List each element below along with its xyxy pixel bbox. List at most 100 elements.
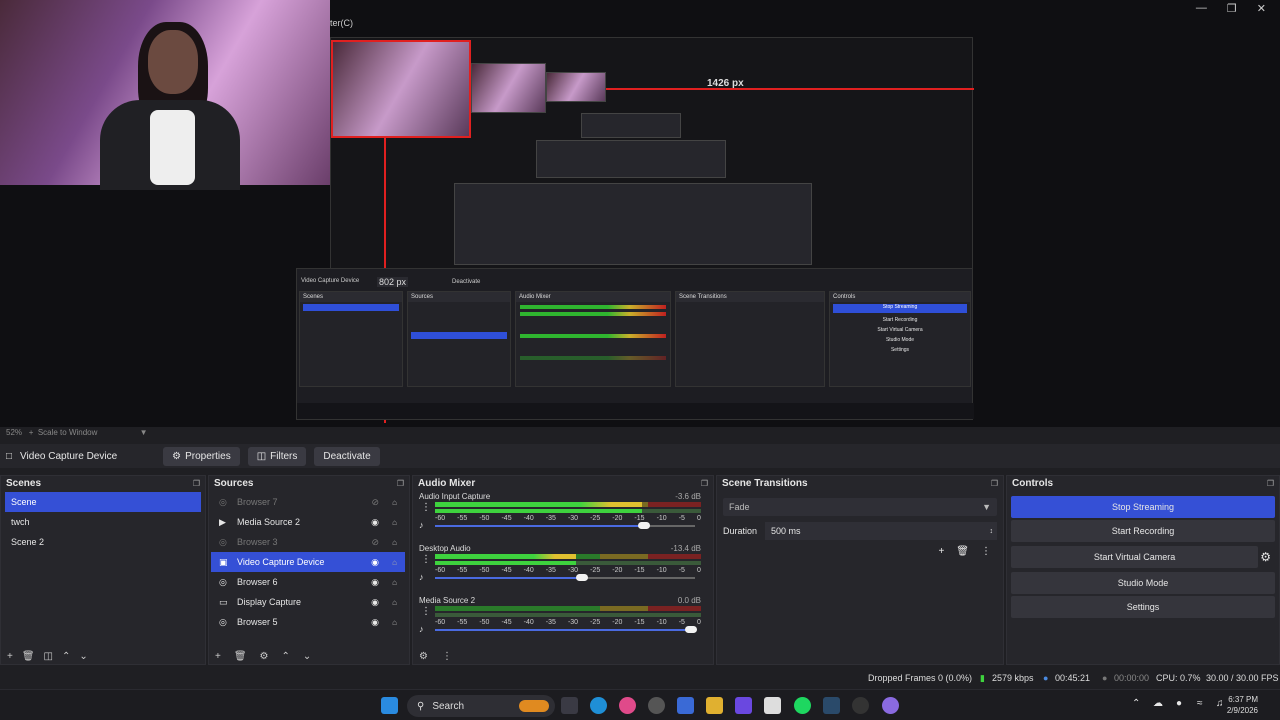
maximize-icon[interactable]: ❐ bbox=[1227, 2, 1237, 15]
speaker-icon[interactable]: ♪ bbox=[419, 520, 424, 530]
eye-icon[interactable]: ◉ bbox=[371, 597, 379, 608]
app-icon[interactable] bbox=[882, 697, 899, 714]
undock-icon[interactable]: ❐ bbox=[991, 479, 998, 488]
app-icon[interactable] bbox=[648, 697, 665, 714]
steam-icon[interactable] bbox=[823, 697, 840, 714]
add-icon[interactable]: + bbox=[938, 546, 944, 557]
filter-icon[interactable]: ◫ bbox=[44, 651, 53, 662]
trash-icon[interactable]: 🗑 bbox=[234, 651, 247, 662]
edge-icon[interactable] bbox=[590, 697, 607, 714]
volume-slider[interactable] bbox=[435, 522, 695, 529]
stop-streaming-button[interactable]: Stop Streaming bbox=[1011, 496, 1275, 518]
undock-icon[interactable]: ❐ bbox=[193, 479, 200, 488]
cloud-icon[interactable]: ☁ bbox=[1153, 698, 1163, 709]
menu-icon[interactable]: ⋮ bbox=[421, 502, 431, 513]
trash-icon[interactable]: 🗑 bbox=[956, 546, 969, 557]
source-item[interactable]: ▶ Media Source 2 ◉ ⌂ bbox=[211, 512, 405, 532]
eye-icon[interactable]: ◉ bbox=[371, 577, 379, 588]
source-item[interactable]: ◎ Browser 7 ⊘ ⌂ bbox=[211, 492, 405, 512]
minimize-icon[interactable]: — bbox=[1196, 2, 1207, 15]
spotify-icon[interactable] bbox=[794, 697, 811, 714]
menu-icon[interactable]: ⋮ bbox=[421, 606, 431, 617]
source-item[interactable]: ▭ Display Capture ◉ ⌂ bbox=[211, 592, 405, 612]
gear-icon[interactable]: ⚙ bbox=[419, 651, 428, 662]
lock-icon[interactable]: ⌂ bbox=[392, 558, 397, 567]
clock[interactable]: 6:37 PM 2/9/2026 bbox=[1227, 694, 1258, 716]
eye-icon[interactable]: ◉ bbox=[371, 617, 379, 628]
scale-tick: -50 bbox=[479, 515, 490, 522]
sources-dock: Sources ❐ ◎ Browser 7 ⊘ ⌂ ▶ Media Source 2 ◉ ⌂ ◎ B… bbox=[208, 475, 410, 665]
scene-item[interactable]: twch bbox=[5, 512, 201, 532]
discord-icon[interactable] bbox=[735, 697, 752, 714]
lock-icon[interactable]: ⌂ bbox=[392, 498, 397, 507]
slider-knob[interactable] bbox=[685, 626, 697, 633]
lock-icon[interactable]: ⌂ bbox=[392, 538, 397, 547]
zoom-level[interactable]: 52% bbox=[6, 428, 22, 437]
chevron-down-icon[interactable]: ▼ bbox=[140, 428, 148, 437]
duration-field[interactable]: 500 ms ↕ bbox=[765, 522, 997, 540]
volume-icon[interactable]: ♫ bbox=[1216, 698, 1224, 709]
lock-icon[interactable]: ⌂ bbox=[392, 618, 397, 627]
undock-icon[interactable]: ❐ bbox=[397, 479, 404, 488]
file-explorer-icon[interactable] bbox=[706, 697, 723, 714]
notepad-icon[interactable] bbox=[764, 697, 781, 714]
menu-icon[interactable]: ⋮ bbox=[981, 546, 991, 557]
eye-hidden-icon[interactable]: ⊘ bbox=[371, 537, 379, 548]
copilot-icon[interactable] bbox=[619, 697, 636, 714]
undock-icon[interactable]: ❐ bbox=[1267, 479, 1274, 488]
menu-icon[interactable]: ⋮ bbox=[442, 651, 452, 662]
gear-icon[interactable]: ⚙ bbox=[1260, 550, 1271, 564]
trash-icon[interactable]: 🗑 bbox=[22, 651, 35, 662]
source-item[interactable]: ◎ Browser 3 ⊘ ⌂ bbox=[211, 532, 405, 552]
task-view-icon[interactable] bbox=[561, 697, 578, 714]
scene-item[interactable]: Scene 2 bbox=[5, 532, 201, 552]
spin-icon[interactable]: ↕ bbox=[990, 528, 998, 535]
slider-knob[interactable] bbox=[575, 574, 588, 581]
chevron-up-icon[interactable]: ⌃ bbox=[1132, 698, 1140, 709]
volume-meter-right bbox=[435, 561, 701, 565]
move-up-icon[interactable]: ⌃ bbox=[282, 651, 290, 662]
plus-icon[interactable]: + bbox=[29, 428, 34, 437]
eye-hidden-icon[interactable]: ⊘ bbox=[371, 497, 379, 508]
move-up-icon[interactable]: ⌃ bbox=[62, 651, 70, 662]
start-recording-button[interactable]: Start Recording bbox=[1011, 520, 1275, 542]
settings-button[interactable]: Settings bbox=[1011, 596, 1275, 618]
wifi-icon[interactable]: ≈ bbox=[1197, 698, 1203, 709]
speaker-icon[interactable]: ♪ bbox=[419, 624, 424, 634]
source-item[interactable]: ◎ Browser 5 ◉ ⌂ bbox=[211, 612, 405, 632]
scale-mode[interactable]: Scale to Window bbox=[38, 428, 98, 437]
gear-icon[interactable]: ⚙ bbox=[260, 651, 269, 662]
move-down-icon[interactable]: ⌄ bbox=[79, 651, 87, 662]
studio-mode-button[interactable]: Studio Mode bbox=[1011, 572, 1275, 594]
scene-transitions-dock: Scene Transitions ❐ Fade ▼ Duration 500 ms… bbox=[716, 475, 1004, 665]
mic-icon[interactable]: ● bbox=[1176, 698, 1182, 709]
slider-knob[interactable] bbox=[638, 522, 651, 529]
properties-button[interactable]: ⚙ Properties bbox=[163, 446, 240, 466]
undock-icon[interactable]: ❐ bbox=[701, 479, 708, 488]
transition-select[interactable]: Fade ▼ bbox=[723, 498, 997, 516]
windows-start-icon[interactable] bbox=[381, 697, 398, 714]
add-icon[interactable]: + bbox=[215, 651, 221, 662]
lock-icon[interactable]: ⌂ bbox=[392, 598, 397, 607]
source-item[interactable]: ◎ Browser 6 ◉ ⌂ bbox=[211, 572, 405, 592]
add-icon[interactable]: + bbox=[7, 651, 13, 662]
preview-canvas[interactable]: ter(C) — ❐ ✕ 1426 px Video Capture Devic… bbox=[0, 0, 1280, 427]
lock-icon[interactable]: ⌂ bbox=[392, 518, 397, 527]
taskbar-search[interactable]: ⚲ Search bbox=[407, 695, 555, 717]
scene-item[interactable]: Scene bbox=[5, 492, 201, 512]
eye-icon[interactable]: ◉ bbox=[371, 517, 379, 528]
move-down-icon[interactable]: ⌄ bbox=[303, 651, 311, 662]
eye-icon[interactable]: ◉ bbox=[371, 557, 379, 568]
store-icon[interactable] bbox=[677, 697, 694, 714]
speaker-icon[interactable]: ♪ bbox=[419, 572, 424, 582]
menu-icon[interactable]: ⋮ bbox=[421, 554, 431, 565]
volume-slider[interactable] bbox=[435, 626, 697, 633]
lock-icon[interactable]: ⌂ bbox=[392, 578, 397, 587]
obs-icon[interactable] bbox=[852, 697, 869, 714]
volume-slider[interactable] bbox=[435, 574, 695, 581]
source-item[interactable]: ▣ Video Capture Device ◉ ⌂ bbox=[211, 552, 405, 572]
close-icon[interactable]: ✕ bbox=[1257, 2, 1266, 15]
deactivate-button[interactable]: Deactivate bbox=[314, 446, 380, 466]
filters-button[interactable]: ◫ Filters bbox=[247, 446, 307, 466]
start-virtual-camera-button[interactable]: Start Virtual Camera bbox=[1011, 546, 1259, 568]
